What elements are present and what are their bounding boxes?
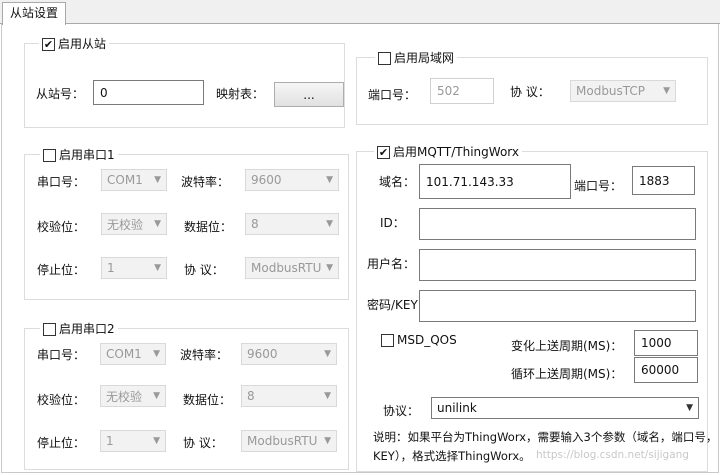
checkbox-icon	[43, 322, 56, 336]
serial2-stop-value: 1	[106, 434, 114, 448]
serial1-protocol-label: 协 议：	[184, 263, 224, 277]
serial1-port-select[interactable]: COM1 ▼	[101, 169, 167, 191]
serial2-port-select[interactable]: COM1 ▼	[100, 343, 166, 365]
mqtt-protocol-label: 协议：	[383, 404, 420, 418]
serial2-enable-checkbox[interactable]: 启用串口2	[40, 321, 118, 337]
mqtt-port-input[interactable]: 1883	[632, 166, 695, 195]
chevron-down-icon: ▼	[663, 86, 670, 96]
mqtt-enable-label: 启用MQTT/ThingWorx	[393, 145, 520, 159]
serial1-baud-label: 波特率：	[181, 175, 230, 189]
lan-protocol-select[interactable]: ModbusTCP ▼	[570, 80, 676, 102]
chevron-down-icon: ▼	[153, 349, 160, 359]
lan-protocol-label: 协 议：	[510, 85, 550, 99]
serial1-parity-value: 无校验	[107, 217, 144, 232]
serial1-stop-label: 停止位：	[37, 263, 86, 277]
mqtt-port-label: 端口号：	[574, 179, 623, 193]
serial1-parity-select[interactable]: 无校验 ▼	[101, 213, 167, 235]
serial2-baud-select[interactable]: 9600 ▼	[241, 343, 337, 365]
check-icon: ✔	[377, 145, 390, 159]
lan-enable-label: 启用局域网	[394, 51, 455, 65]
serial1-parity-label: 校验位：	[37, 220, 86, 234]
serial1-stop-select[interactable]: 1 ▼	[101, 257, 167, 279]
qos-checkbox[interactable]: MSD_QOS	[381, 332, 457, 348]
serial1-enable-label: 启用串口1	[59, 148, 115, 162]
serial1-port-value: COM1	[107, 173, 143, 187]
serial1-protocol-value: ModbusRTU	[251, 261, 322, 275]
mqtt-domain-input[interactable]: 101.71.143.33	[419, 164, 571, 199]
serial2-protocol-select[interactable]: ModbusRTU ▼	[241, 430, 337, 452]
serial1-baud-select[interactable]: 9600 ▼	[245, 169, 339, 191]
mqtt-id-input[interactable]	[419, 208, 696, 240]
mqtt-protocol-value: unilink	[437, 401, 477, 415]
chevron-down-icon: ▼	[326, 263, 333, 273]
mqtt-note-line2: KEY），格式选择ThingWorx。	[373, 449, 531, 463]
chevron-down-icon: ▼	[324, 391, 331, 401]
serial2-baud-value: 9600	[247, 347, 278, 361]
serial1-enable-checkbox[interactable]: 启用串口1	[40, 147, 118, 163]
serial1-stop-value: 1	[107, 261, 115, 275]
serial2-protocol-value: ModbusRTU	[247, 434, 318, 448]
serial2-baud-label: 波特率：	[180, 348, 229, 362]
mqtt-key-input[interactable]	[419, 290, 696, 322]
check-icon: ✔	[42, 37, 55, 51]
mqtt-user-input[interactable]	[419, 249, 696, 281]
checkbox-icon	[43, 148, 56, 162]
cycle-period-input[interactable]: 60000	[634, 357, 698, 383]
mqtt-user-label: 用户名：	[367, 257, 416, 271]
tab-slave-settings[interactable]: 从站设置	[2, 2, 67, 25]
serial1-data-value: 8	[251, 217, 259, 231]
change-period-input[interactable]: 1000	[634, 330, 698, 356]
chevron-down-icon: ▼	[154, 219, 161, 229]
mqtt-domain-label: 域名：	[379, 175, 416, 189]
serial2-data-label: 数据位：	[183, 393, 232, 407]
chevron-down-icon: ▼	[326, 219, 333, 229]
serial1-data-select[interactable]: 8 ▼	[245, 213, 339, 235]
serial1-port-label: 串口号：	[37, 175, 86, 189]
chevron-down-icon: ▼	[326, 175, 333, 185]
map-label: 映射表：	[216, 87, 265, 101]
slave-enable-label: 启用从站	[58, 37, 107, 51]
checkbox-icon	[381, 333, 394, 347]
change-period-label: 变化上送周期(MS)：	[511, 339, 623, 353]
serial2-protocol-label: 协 议：	[183, 436, 223, 450]
qos-label: MSD_QOS	[397, 333, 457, 347]
serial2-parity-value: 无校验	[106, 389, 143, 404]
serial1-data-label: 数据位：	[184, 220, 233, 234]
lan-port-input[interactable]: 502	[430, 78, 494, 104]
chevron-down-icon: ▼	[686, 403, 693, 413]
serial2-parity-label: 校验位：	[37, 393, 86, 407]
slave-enable-checkbox[interactable]: ✔ 启用从站	[39, 36, 110, 52]
serial2-stop-select[interactable]: 1 ▼	[100, 430, 166, 452]
chevron-down-icon: ▼	[153, 391, 160, 401]
mqtt-note-line1: 说明：如果平台为ThingWorx，需要输入3个参数（域名，端口号，	[373, 430, 718, 444]
chevron-down-icon: ▼	[324, 436, 331, 446]
chevron-down-icon: ▼	[324, 349, 331, 359]
station-label: 从站号：	[36, 87, 85, 101]
mqtt-enable-checkbox[interactable]: ✔ 启用MQTT/ThingWorx	[374, 144, 523, 160]
serial2-stop-label: 停止位：	[37, 436, 86, 450]
serial1-protocol-select[interactable]: ModbusRTU ▼	[245, 257, 339, 279]
serial2-data-value: 8	[247, 389, 255, 403]
chevron-down-icon: ▼	[154, 175, 161, 185]
station-input[interactable]: 0	[93, 80, 204, 105]
serial1-baud-value: 9600	[251, 173, 282, 187]
mqtt-key-label: 密码/KEY	[367, 298, 418, 312]
tab-strip	[0, 0, 720, 24]
serial2-parity-select[interactable]: 无校验 ▼	[100, 385, 166, 407]
serial2-data-select[interactable]: 8 ▼	[241, 385, 337, 407]
lan-port-label: 端口号：	[368, 88, 417, 102]
checkbox-icon	[378, 51, 391, 65]
chevron-down-icon: ▼	[154, 263, 161, 273]
watermark: https://blog.csdn.net/sijigang	[536, 449, 689, 461]
chevron-down-icon: ▼	[153, 436, 160, 446]
lan-protocol-value: ModbusTCP	[576, 84, 646, 98]
serial2-port-value: COM1	[106, 347, 142, 361]
serial2-port-label: 串口号：	[37, 348, 86, 362]
map-button[interactable]: ...	[274, 82, 344, 107]
cycle-period-label: 循环上送周期(MS)：	[511, 367, 623, 381]
mqtt-id-label: ID：	[380, 216, 405, 230]
lan-enable-checkbox[interactable]: 启用局域网	[375, 50, 458, 66]
mqtt-protocol-select[interactable]: unilink ▼	[431, 397, 699, 419]
serial2-enable-label: 启用串口2	[59, 322, 115, 336]
